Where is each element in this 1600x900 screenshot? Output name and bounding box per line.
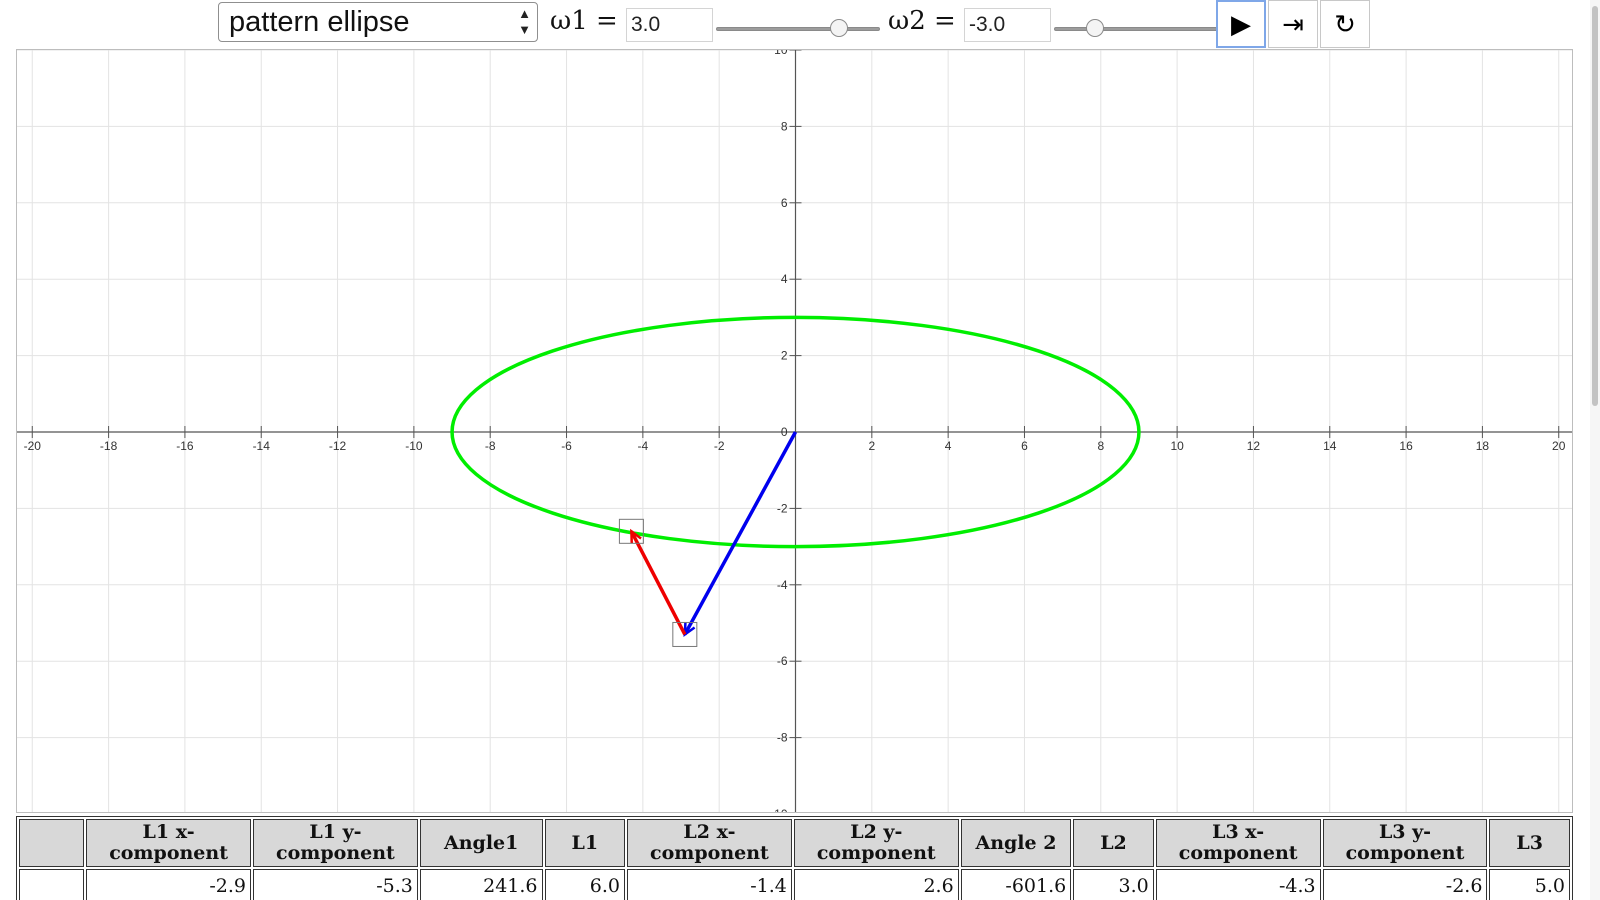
x-tick-label: -16 <box>176 439 194 453</box>
toolbar: pattern ellipse ▲▼ ω1 = ω2 = ▶ ⇥ ↻ <box>0 0 1600 48</box>
pattern-select[interactable]: pattern ellipse ▲ ▼ <box>218 2 538 42</box>
omega2-slider-track <box>1054 27 1218 31</box>
header-l2-y: L2 y-component <box>793 819 959 867</box>
data-table-container: L1 x-component L1 y-component Angle1 L1 L2 x… <box>16 816 1573 900</box>
x-tick-label: 8 <box>1097 439 1104 453</box>
origin-label: 0 <box>781 425 788 439</box>
omega1-slider-thumb[interactable] <box>829 19 848 37</box>
data-table: L1 x-component L1 y-component Angle1 L1 L2 x… <box>16 816 1573 900</box>
x-tick-label: 4 <box>945 439 952 453</box>
x-tick-label: -4 <box>638 439 649 453</box>
y-tick-label: -8 <box>777 731 788 745</box>
step-forward-icon: ⇥ <box>1282 8 1304 39</box>
y-tick-label: -10 <box>770 807 788 813</box>
cell-l2-y: 2.6 <box>793 869 959 900</box>
header-l3: L3 <box>1489 819 1570 867</box>
cell-l2-x: -1.4 <box>627 869 792 900</box>
header-l3-x: L3 x-component <box>1155 819 1321 867</box>
header-l1: L1 <box>544 819 625 867</box>
cell-l3: 5.0 <box>1489 869 1570 900</box>
cell-blank <box>19 869 85 900</box>
plot-area[interactable]: -20 -18 -16 -14 -12 -10 -8 -6 -4 -2 2 4 6 8 10 12 14 16 18… <box>16 49 1573 813</box>
page-scrollbar[interactable] <box>1590 0 1600 900</box>
omega1-slider[interactable] <box>716 18 880 40</box>
cell-l3-y: -2.6 <box>1322 869 1488 900</box>
reset-icon: ↻ <box>1334 8 1356 39</box>
omega2-slider-thumb[interactable] <box>1086 19 1105 37</box>
omega2-input[interactable] <box>964 8 1051 42</box>
omega1-slider-track <box>716 27 880 31</box>
play-icon: ▶ <box>1231 8 1251 39</box>
y-tick-label: -6 <box>777 654 788 668</box>
x-tick-label: -20 <box>24 439 42 453</box>
cell-l2: 3.0 <box>1073 869 1154 900</box>
omega2-slider[interactable] <box>1054 18 1218 40</box>
y-tick-label: 8 <box>781 119 788 133</box>
y-tick-label: -4 <box>777 578 788 592</box>
header-l1-x: L1 x-component <box>86 819 252 867</box>
x-tick-label: -6 <box>561 439 572 453</box>
step-button[interactable]: ⇥ <box>1268 0 1318 48</box>
y-tick-label: 4 <box>781 272 788 286</box>
reset-button[interactable]: ↻ <box>1320 0 1370 48</box>
header-blank <box>19 819 85 867</box>
table-body: -2.9 -5.3 241.6 6.0 -1.4 2.6 -601.6 3.0 -4.3 -2.6… <box>19 869 1570 900</box>
x-tick-label: 6 <box>1021 439 1028 453</box>
scrollbar-thumb[interactable] <box>1592 6 1598 406</box>
red-vector-shaft <box>629 530 687 636</box>
pattern-select-value: pattern ellipse <box>229 6 410 38</box>
y-tick-label: -2 <box>777 501 788 515</box>
x-tick-label: -14 <box>253 439 271 453</box>
x-tick-label: -18 <box>100 439 118 453</box>
omega1-label: ω1 = <box>550 6 618 36</box>
plot-canvas[interactable]: -20 -18 -16 -14 -12 -10 -8 -6 -4 -2 2 4 6 8 10 12 14 16 18… <box>17 50 1573 813</box>
x-tick-label: 2 <box>868 439 875 453</box>
select-updown-icon: ▲ ▼ <box>518 6 531 37</box>
x-tick-label: 14 <box>1323 439 1337 453</box>
cell-l1: 6.0 <box>544 869 625 900</box>
cell-l1-y: -5.3 <box>253 869 418 900</box>
header-angle1: Angle1 <box>419 819 543 867</box>
cell-angle2: -601.6 <box>960 869 1072 900</box>
x-tick-label: 18 <box>1476 439 1490 453</box>
x-tick-label: 10 <box>1170 439 1184 453</box>
x-tick-label: 12 <box>1247 439 1261 453</box>
x-tick-label: -8 <box>485 439 496 453</box>
header-l2-x: L2 x-component <box>627 819 792 867</box>
y-tick-label: 6 <box>781 196 788 210</box>
cell-l1-x: -2.9 <box>86 869 252 900</box>
header-l1-y: L1 y-component <box>253 819 418 867</box>
table-row: -2.9 -5.3 241.6 6.0 -1.4 2.6 -601.6 3.0 -4.3 -2.6… <box>19 869 1570 900</box>
blue-vector-shaft <box>683 431 798 636</box>
cell-l3-x: -4.3 <box>1155 869 1321 900</box>
omega1-input[interactable] <box>626 8 713 42</box>
cell-angle1: 241.6 <box>419 869 543 900</box>
table-header-row: L1 x-component L1 y-component Angle1 L1 L2 x… <box>19 819 1570 867</box>
play-button[interactable]: ▶ <box>1216 0 1266 48</box>
x-tick-label: 20 <box>1552 439 1566 453</box>
x-tick-label: -10 <box>405 439 423 453</box>
x-tick-label: 16 <box>1399 439 1413 453</box>
header-l2: L2 <box>1073 819 1154 867</box>
y-tick-label: 2 <box>781 349 788 363</box>
omega2-label: ω2 = <box>888 6 956 36</box>
y-tick-label: 10 <box>774 50 788 57</box>
x-tick-label: -12 <box>329 439 347 453</box>
header-l3-y: L3 y-component <box>1322 819 1488 867</box>
header-angle2: Angle 2 <box>960 819 1072 867</box>
x-tick-label: -2 <box>714 439 725 453</box>
